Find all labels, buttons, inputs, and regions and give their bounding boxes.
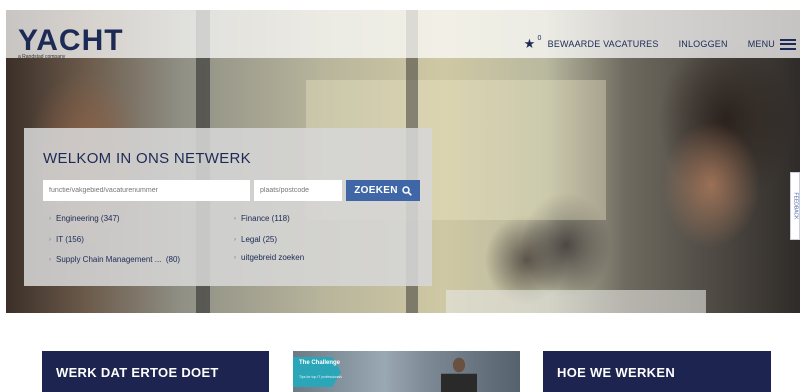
login-link[interactable]: INLOGGEN [679, 39, 728, 49]
category-label: uitgebreid zoeken [241, 253, 305, 262]
category-link-supply-chain[interactable]: › Supply Chain Management ... (80) [49, 255, 180, 264]
job-keyword-input[interactable] [43, 180, 250, 201]
feedback-label: FEEDBACK [792, 192, 799, 220]
search-button[interactable]: ZOEKEN [346, 180, 420, 201]
chevron-right-icon: › [234, 236, 236, 243]
category-label: IT (156) [56, 235, 84, 244]
saved-count-badge: 0 [537, 34, 542, 42]
challenge-title: The Challenge [299, 360, 341, 366]
category-label: Legal (25) [241, 235, 278, 244]
job-search-panel: WELKOM IN ONS NETWERK ZOEKEN › Engineeri… [24, 128, 432, 286]
category-link-engineering[interactable]: › Engineering (347) [49, 214, 120, 223]
category-label: Supply Chain Management ... (80) [56, 255, 181, 264]
category-link-finance[interactable]: › Finance (118) [234, 214, 290, 223]
category-link-legal[interactable]: › Legal (25) [234, 235, 277, 244]
feedback-tab[interactable]: FEEDBACK [790, 172, 800, 240]
menu-button[interactable]: MENU [747, 38, 796, 50]
site-header: YACHT a Randstad company ★ 0 BEWAARDE VA… [6, 10, 800, 60]
card-meaningful-work[interactable]: WERK DAT ERTOE DOET [42, 351, 269, 392]
hamburger-icon [780, 38, 796, 50]
card-title: HOE WE WERKEN [557, 365, 676, 380]
advanced-search-link[interactable]: › uitgebreid zoeken [234, 253, 304, 262]
challenge-subtitle: Tips for top IT professionals [299, 375, 342, 379]
location-input[interactable] [254, 180, 342, 201]
saved-jobs-label: BEWAARDE VACATURES [547, 39, 659, 49]
chevron-right-icon: › [49, 256, 51, 263]
yacht-logo[interactable]: YACHT [18, 24, 124, 58]
card-how-we-work[interactable]: HOE WE WERKEN [543, 351, 771, 392]
chevron-right-icon: › [234, 254, 236, 261]
search-icon [401, 185, 412, 196]
category-link-it[interactable]: › IT (156) [49, 235, 84, 244]
card-title: WERK DAT ERTOE DOET [56, 365, 219, 380]
main-nav: ★ 0 BEWAARDE VACATURES INLOGGEN MENU [523, 34, 800, 52]
category-label: Finance (118) [241, 214, 290, 223]
logo-tagline: a Randstad company [18, 54, 66, 60]
saved-jobs-link[interactable]: ★ 0 BEWAARDE VACATURES [523, 34, 659, 52]
menu-label: MENU [747, 39, 775, 49]
star-icon: ★ [523, 36, 536, 51]
card-person-image [441, 351, 477, 392]
panel-title: WELKOM IN ONS NETWERK [43, 150, 251, 167]
search-button-label: ZOEKEN [354, 185, 398, 196]
card-the-challenge[interactable]: The Challenge Tips for top IT profession… [293, 351, 520, 392]
chevron-right-icon: › [49, 215, 51, 222]
category-label: Engineering (347) [56, 214, 120, 223]
hero-table [446, 290, 706, 313]
login-label: INLOGGEN [678, 39, 728, 49]
chevron-right-icon: › [49, 236, 51, 243]
chevron-right-icon: › [234, 215, 236, 222]
